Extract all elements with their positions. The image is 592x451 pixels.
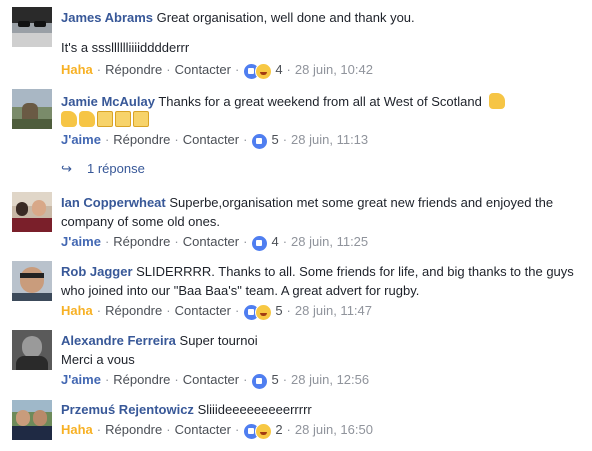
beer-mugs-emoji bbox=[115, 111, 131, 127]
contact-link[interactable]: Contacter bbox=[175, 303, 231, 318]
reaction-summary[interactable] bbox=[251, 372, 269, 390]
reaction-summary[interactable] bbox=[243, 62, 273, 80]
timestamp[interactable]: 28 juin, 16:50 bbox=[295, 422, 373, 437]
reply-link[interactable]: Répondre bbox=[113, 234, 170, 249]
reaction-count[interactable]: 4 bbox=[275, 62, 282, 77]
like-icon bbox=[251, 234, 269, 252]
timestamp[interactable]: 28 juin, 10:42 bbox=[295, 62, 373, 77]
comment-text-line: Merci a vous bbox=[61, 352, 135, 367]
timestamp[interactable]: 28 juin, 11:13 bbox=[291, 132, 368, 147]
comment-author[interactable]: Przemuś Rejentowicz bbox=[61, 402, 194, 417]
reaction-button[interactable]: Haha bbox=[61, 62, 93, 77]
thumbs-up-emoji bbox=[489, 93, 506, 109]
reaction-count[interactable]: 5 bbox=[275, 303, 282, 318]
contact-link[interactable]: Contacter bbox=[183, 234, 239, 249]
comment-text-line: It's a ssslllllliiiidddderrr bbox=[61, 40, 190, 55]
haha-icon bbox=[255, 422, 273, 440]
haha-icon bbox=[255, 62, 273, 80]
comment-author[interactable]: James Abrams bbox=[61, 10, 153, 25]
reaction-button[interactable]: J'aime bbox=[61, 132, 101, 147]
replies-count: 1 réponse bbox=[87, 161, 145, 176]
reaction-count[interactable]: 5 bbox=[271, 132, 278, 147]
reply-link[interactable]: Répondre bbox=[105, 62, 162, 77]
avatar[interactable] bbox=[12, 192, 52, 232]
reaction-button[interactable]: J'aime bbox=[61, 372, 101, 387]
reaction-button[interactable]: Haha bbox=[61, 303, 93, 318]
comment-text: Thanks for a great weekend from all at W… bbox=[158, 94, 482, 109]
reaction-button[interactable]: Haha bbox=[61, 422, 93, 437]
avatar[interactable] bbox=[12, 400, 52, 440]
reaction-summary[interactable] bbox=[243, 422, 273, 440]
contact-link[interactable]: Contacter bbox=[183, 132, 239, 147]
reaction-summary[interactable] bbox=[243, 303, 273, 321]
timestamp[interactable]: 28 juin, 11:25 bbox=[291, 234, 368, 249]
thumbs-up-emoji bbox=[61, 111, 77, 127]
reply-arrow-icon: ↪ bbox=[61, 161, 72, 176]
reaction-count[interactable]: 4 bbox=[271, 234, 278, 249]
reaction-count[interactable]: 5 bbox=[271, 372, 278, 387]
contact-link[interactable]: Contacter bbox=[175, 422, 231, 437]
haha-icon bbox=[255, 303, 273, 321]
like-icon bbox=[251, 132, 269, 150]
reply-link[interactable]: Répondre bbox=[105, 303, 162, 318]
avatar[interactable] bbox=[12, 261, 52, 301]
contact-link[interactable]: Contacter bbox=[175, 62, 231, 77]
view-replies-link[interactable]: ↪ 1 réponse bbox=[61, 160, 145, 178]
comment-author[interactable]: Rob Jagger bbox=[61, 264, 133, 279]
avatar[interactable] bbox=[12, 89, 52, 129]
timestamp[interactable]: 28 juin, 12:56 bbox=[291, 372, 369, 387]
avatar[interactable] bbox=[12, 7, 52, 47]
timestamp[interactable]: 28 juin, 11:47 bbox=[295, 303, 372, 318]
reply-link[interactable]: Répondre bbox=[113, 372, 170, 387]
comment-text: Sliiideeeeeeeeerrrrr bbox=[197, 402, 312, 417]
comment-author[interactable]: Jamie McAulay bbox=[61, 94, 155, 109]
beer-mugs-emoji bbox=[97, 111, 113, 127]
avatar[interactable] bbox=[12, 330, 52, 370]
reaction-summary[interactable] bbox=[251, 234, 269, 252]
reaction-count[interactable]: 2 bbox=[275, 422, 282, 437]
comment-text: SLIDERRRR. Thanks to all. Some friends f… bbox=[61, 264, 574, 298]
reply-link[interactable]: Répondre bbox=[105, 422, 162, 437]
comment-author[interactable]: Alexandre Ferreira bbox=[61, 333, 176, 348]
comment-author[interactable]: Ian Copperwheat bbox=[61, 195, 166, 210]
beer-mugs-emoji bbox=[133, 111, 149, 127]
comment-text: Great organisation, well done and thank … bbox=[156, 10, 415, 25]
reply-link[interactable]: Répondre bbox=[113, 132, 170, 147]
reaction-button[interactable]: J'aime bbox=[61, 234, 101, 249]
reaction-summary[interactable] bbox=[251, 132, 269, 150]
contact-link[interactable]: Contacter bbox=[183, 372, 239, 387]
like-icon bbox=[251, 372, 269, 390]
thumbs-up-emoji bbox=[79, 111, 95, 127]
comment-text: Super tournoi bbox=[179, 333, 258, 348]
